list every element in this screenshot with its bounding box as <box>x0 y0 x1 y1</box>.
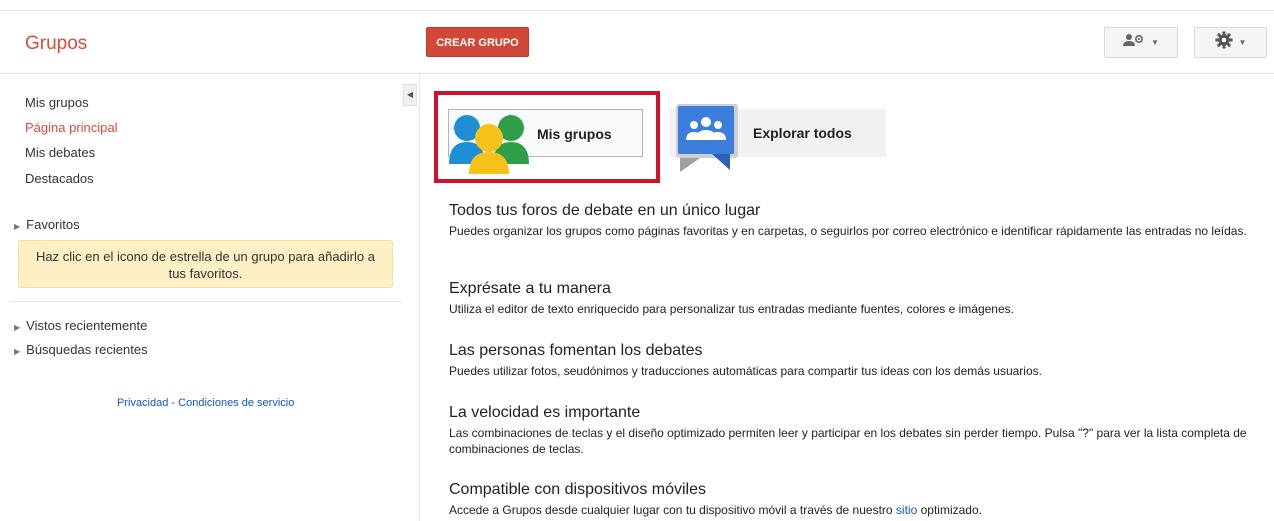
people-settings-button[interactable]: ▼ <box>1104 27 1178 58</box>
chevron-down-icon: ▼ <box>1151 38 1159 47</box>
feature-body: Puedes utilizar fotos, seudónimos y trad… <box>449 364 1042 378</box>
settings-button[interactable]: ▼ <box>1194 27 1267 58</box>
feature-item: Todos tus foros de debate en un único lu… <box>449 201 1269 239</box>
gear-icon <box>1215 31 1233 54</box>
privacy-link[interactable]: Privacidad <box>117 397 168 409</box>
feature-item: Exprésate a tu manera Utiliza el editor … <box>449 279 1269 317</box>
expand-arrow-icon: ▶ <box>14 323 21 332</box>
chevron-down-icon: ▼ <box>1238 38 1247 47</box>
explore-all-card[interactable]: Explorar todos <box>670 104 886 172</box>
sidebar-footer: Privacidad - Condiciones de servicio <box>117 397 294 409</box>
favorites-label: Favoritos <box>26 217 80 232</box>
people-settings-icon <box>1123 33 1145 52</box>
recent-views-section[interactable]: ▶ Vistos recientemente <box>14 318 147 333</box>
feature-body: Utiliza el editor de texto enriquecido p… <box>449 302 1014 316</box>
feature-item: Compatible con dispositivos móviles Acce… <box>449 480 1269 518</box>
mobile-site-link[interactable]: sitio <box>896 503 917 517</box>
sidebar-item-my-groups[interactable]: Mis grupos <box>25 95 89 110</box>
feature-body: Puedes organizar los grupos como páginas… <box>449 224 1247 238</box>
sidebar-border <box>419 74 420 521</box>
recent-searches-label: Búsquedas recientes <box>26 342 148 357</box>
feature-body-text: optimizado. <box>917 503 982 517</box>
sidebar-divider <box>10 301 402 302</box>
feature-body: Accede a Grupos desde cualquier lugar co… <box>449 502 1269 518</box>
feature-title: Todos tus foros de debate en un único lu… <box>449 202 761 219</box>
feature-title: Compatible con dispositivos móviles <box>449 481 706 498</box>
feature-title: Las personas fomentan los debates <box>449 342 703 359</box>
feature-body-text: Accede a Grupos desde cualquier lugar co… <box>449 503 896 517</box>
explore-groups-icon <box>672 102 740 183</box>
feature-body: Las combinaciones de teclas y el diseño … <box>449 426 1247 456</box>
header: Grupos CREAR GRUPO ▼ ▼ <box>0 11 1274 74</box>
feature-item: La velocidad es importante Las combinaci… <box>449 403 1269 457</box>
sidebar-item-my-discussions[interactable]: Mis debates <box>25 145 95 160</box>
recent-searches-section[interactable]: ▶ Búsquedas recientes <box>14 342 148 357</box>
collapse-arrow-icon: ◀ <box>406 90 414 99</box>
favorites-section[interactable]: ▶ Favoritos <box>14 217 80 232</box>
terms-link[interactable]: Condiciones de servicio <box>178 397 294 409</box>
footer-separator: - <box>171 397 176 409</box>
expand-arrow-icon: ▶ <box>14 222 21 231</box>
sidebar: Mis grupos Página principal Mis debates … <box>0 74 403 521</box>
feature-title: La velocidad es importante <box>449 404 641 421</box>
expand-arrow-icon: ▶ <box>14 347 21 356</box>
feature-item: Las personas fomentan los debates Puedes… <box>449 341 1269 379</box>
feature-title: Exprésate a tu manera <box>449 280 611 297</box>
sidebar-item-featured[interactable]: Destacados <box>25 171 94 186</box>
highlight-box <box>434 91 660 183</box>
app-logo[interactable]: Grupos <box>25 33 87 55</box>
sidebar-item-home[interactable]: Página principal <box>25 120 118 135</box>
collapse-sidebar-button[interactable]: ◀ <box>403 84 417 106</box>
create-group-button[interactable]: CREAR GRUPO <box>426 27 529 57</box>
recent-views-label: Vistos recientemente <box>26 318 148 333</box>
explore-all-label: Explorar todos <box>753 125 852 141</box>
favorites-note: Haz clic en el icono de estrella de un g… <box>18 240 393 288</box>
